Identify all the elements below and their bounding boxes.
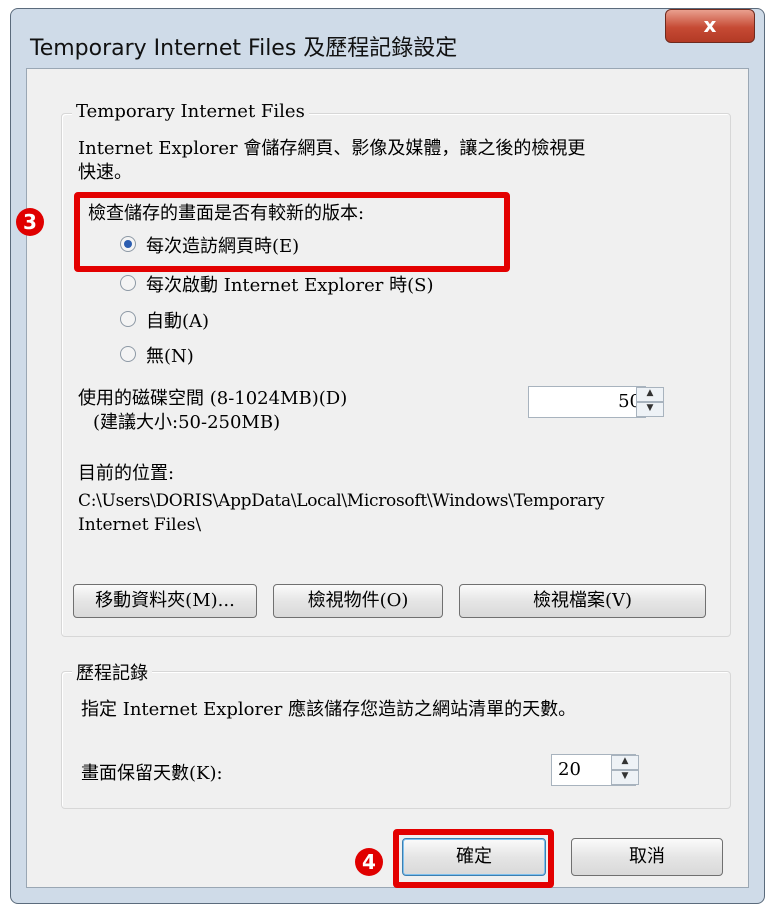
radio-every-start-label[interactable]: 每次啟動 Internet Explorer 時(S) <box>146 271 433 297</box>
disk-space-down-arrow[interactable]: ▼ <box>636 402 664 417</box>
history-days-up-arrow[interactable]: ▲ <box>611 755 639 770</box>
cancel-button[interactable]: 取消 <box>571 838 723 876</box>
cancel-button-label: 取消 <box>629 846 665 867</box>
window-title: Temporary Internet Files 及歷程記錄設定 <box>30 36 458 61</box>
history-group-title: 歷程記錄 <box>72 659 152 685</box>
radio-never[interactable] <box>120 346 136 362</box>
highlight-check-option <box>74 192 510 272</box>
radio-automatic-label[interactable]: 自動(A) <box>146 307 209 333</box>
disk-space-up-arrow[interactable]: ▲ <box>636 387 664 402</box>
current-location-path-line2: Internet Files\ <box>78 515 202 535</box>
radio-never-label[interactable]: 無(N) <box>146 342 194 368</box>
history-days-value: 20 <box>558 759 581 780</box>
history-description: 指定 Internet Explorer 應該儲存您造訪之網站清單的天數。 <box>81 699 577 720</box>
history-days-label: 畫面保留天數(K): <box>81 763 223 784</box>
view-objects-button-label: 檢視物件(O) <box>307 590 409 611</box>
view-files-button[interactable]: 檢視檔案(V) <box>459 584 706 618</box>
history-days-down-arrow[interactable]: ▼ <box>611 770 639 785</box>
disk-space-input[interactable]: 50 <box>528 386 646 418</box>
disk-space-label: 使用的磁碟空間 (8-1024MB)(D) <box>78 388 348 409</box>
tif-group-title: Temporary Internet Files <box>72 101 309 122</box>
view-objects-button[interactable]: 檢視物件(O) <box>273 584 443 618</box>
current-location-path-line1: C:\Users\DORIS\AppData\Local\Microsoft\W… <box>78 491 605 511</box>
radio-every-start[interactable] <box>120 275 136 291</box>
move-folder-button[interactable]: 移動資料夾(M)... <box>73 584 257 618</box>
close-button[interactable]: x <box>665 9 755 43</box>
history-group <box>61 671 731 809</box>
move-folder-button-label: 移動資料夾(M)... <box>95 590 235 611</box>
step-4-badge: 4 <box>355 848 383 876</box>
step-3-badge: 3 <box>16 208 44 236</box>
highlight-ok-button <box>393 829 554 888</box>
radio-automatic[interactable] <box>120 311 136 327</box>
disk-space-hint: (建議大小:50-250MB) <box>93 412 281 433</box>
view-files-button-label: 檢視檔案(V) <box>532 590 633 611</box>
current-location-label: 目前的位置: <box>78 463 175 484</box>
tif-description-line1: Internet Explorer 會儲存網頁、影像及媒體，讓之後的檢視更 <box>78 138 586 159</box>
tif-description-line2: 快速。 <box>78 162 132 183</box>
